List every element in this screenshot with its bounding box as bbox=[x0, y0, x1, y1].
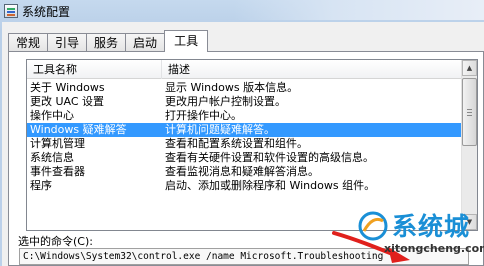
tool-name: Windows 疑难解答 bbox=[30, 123, 127, 136]
tab-boot[interactable]: 引导 bbox=[47, 33, 88, 52]
selected-command-field[interactable]: C:\Windows\System32\control.exe /name Mi… bbox=[19, 248, 469, 265]
system-config-window: 系统配置 常规 引导 服务 启动 工具 工具名称 描述 关于 Windows 显… bbox=[0, 0, 484, 266]
tool-description: 显示 Windows 版本信息。 bbox=[165, 81, 299, 94]
scroll-up-arrow-icon[interactable]: ▲ bbox=[462, 60, 477, 76]
column-header-description[interactable]: 描述 bbox=[162, 60, 463, 79]
msconfig-icon bbox=[4, 4, 18, 18]
tool-description: 查看监视消息和疑难解答消息。 bbox=[165, 165, 319, 178]
tool-name: 关于 Windows bbox=[30, 81, 105, 94]
tool-description: 计算机问题疑难解答。 bbox=[165, 123, 275, 136]
tool-description bbox=[162, 193, 463, 207]
list-scrollbar[interactable]: ▲ ▼ bbox=[461, 60, 477, 230]
list-item[interactable]: 程序 启动、添加或删除程序和 Windows 组件。 bbox=[27, 179, 463, 193]
tools-list[interactable]: 工具名称 描述 关于 Windows 显示 Windows 版本信息。 更改 U… bbox=[26, 59, 478, 231]
list-rows: 关于 Windows 显示 Windows 版本信息。 更改 UAC 设置 更改… bbox=[27, 81, 463, 207]
dialog-client: 常规 引导 服务 启动 工具 工具名称 描述 关于 Windows 显示 Win… bbox=[2, 22, 484, 266]
list-item[interactable]: 事件查看器 查看监视消息和疑难解答消息。 bbox=[27, 165, 463, 179]
grip-icon bbox=[467, 109, 472, 116]
tab-strip: 常规 引导 服务 启动 工具 bbox=[8, 30, 209, 52]
tool-description: 查看和配置系统设置和组件。 bbox=[165, 137, 308, 150]
column-header-name[interactable]: 工具名称 bbox=[27, 60, 162, 79]
tool-name: 事件查看器 bbox=[30, 165, 85, 178]
tool-description: 更改用户帐户控制设置。 bbox=[165, 95, 286, 108]
list-item[interactable]: 更改 UAC 设置 更改用户帐户控制设置。 bbox=[27, 95, 463, 109]
list-item[interactable]: 计算机管理 查看和配置系统设置和组件。 bbox=[27, 137, 463, 151]
selected-command-label: 选中的命令(C): bbox=[18, 235, 93, 248]
list-header: 工具名称 描述 bbox=[27, 60, 463, 79]
tool-description: 查看有关硬件设置和软件设置的高级信息。 bbox=[165, 151, 374, 164]
tool-name: 系统信息 bbox=[30, 151, 74, 164]
tool-description: 打开操作中心。 bbox=[165, 109, 242, 122]
list-item-selected[interactable]: Windows 疑难解答 计算机问题疑难解答。 bbox=[27, 123, 463, 137]
title-bar-blur bbox=[234, 0, 484, 20]
window-title: 系统配置 bbox=[22, 4, 71, 19]
tool-name: 计算机管理 bbox=[30, 137, 85, 150]
scroll-thumb[interactable] bbox=[462, 78, 477, 146]
tool-description: 启动、添加或删除程序和 Windows 组件。 bbox=[165, 179, 376, 192]
tool-name: 程序 bbox=[30, 179, 52, 192]
tab-general[interactable]: 常规 bbox=[8, 33, 49, 52]
tab-startup[interactable]: 启动 bbox=[125, 33, 166, 52]
tab-services[interactable]: 服务 bbox=[86, 33, 127, 52]
tool-name: 更改 UAC 设置 bbox=[30, 95, 105, 108]
title-bar: 系统配置 bbox=[0, 0, 484, 22]
list-item[interactable]: 操作中心 打开操作中心。 bbox=[27, 109, 463, 123]
tab-tools[interactable]: 工具 bbox=[164, 30, 209, 52]
tool-name bbox=[27, 193, 162, 207]
list-item[interactable] bbox=[27, 193, 463, 207]
tool-name: 操作中心 bbox=[30, 109, 74, 122]
list-item[interactable]: 系统信息 查看有关硬件设置和软件设置的高级信息。 bbox=[27, 151, 463, 165]
list-item[interactable]: 关于 Windows 显示 Windows 版本信息。 bbox=[27, 81, 463, 95]
scroll-down-arrow-icon[interactable]: ▼ bbox=[462, 214, 477, 230]
